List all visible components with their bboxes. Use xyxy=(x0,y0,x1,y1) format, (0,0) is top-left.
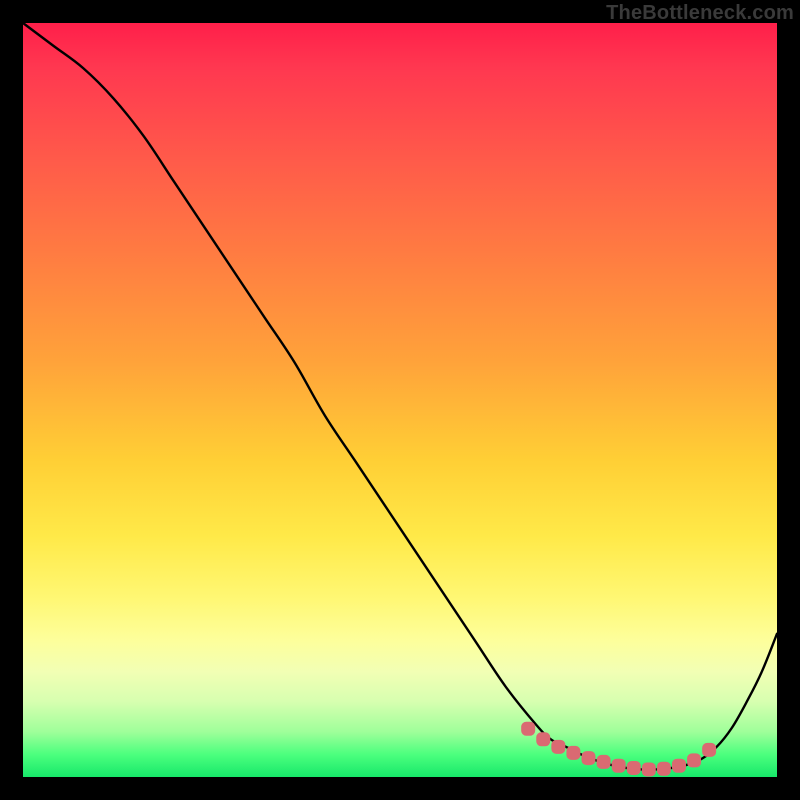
chart-frame: TheBottleneck.com xyxy=(0,0,800,800)
watermark-text: TheBottleneck.com xyxy=(606,2,794,25)
plot-background-gradient xyxy=(23,23,777,777)
